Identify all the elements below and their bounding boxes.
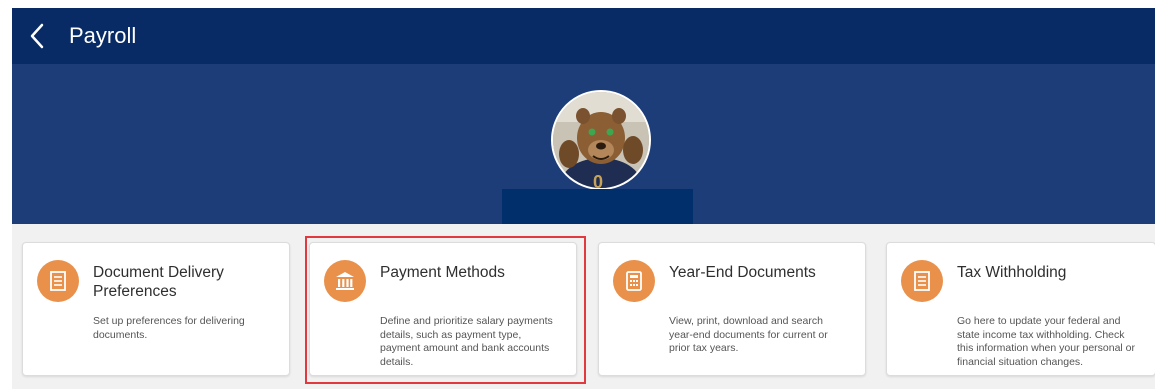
avatar: 0	[551, 90, 651, 190]
page-title: Payroll	[69, 23, 137, 48]
profile-banner: 0	[12, 64, 1155, 224]
card-title: Document Delivery Preferences	[93, 264, 224, 300]
chevron-left-icon	[30, 23, 44, 49]
svg-text:0: 0	[593, 172, 603, 188]
cards-area: Document Delivery Preferences Set up pre…	[12, 224, 1155, 389]
card-title: Tax Withholding	[957, 264, 1067, 281]
card-title: Payment Methods	[380, 264, 505, 281]
back-button[interactable]	[26, 22, 50, 50]
card-tax-withholding[interactable]: Tax Withholding Go here to update your f…	[886, 242, 1155, 376]
top-bar: Payroll	[12, 8, 1155, 64]
calculator-icon	[613, 260, 655, 302]
document-icon	[37, 260, 79, 302]
bank-icon	[324, 260, 366, 302]
name-plate	[502, 189, 693, 224]
document-icon	[901, 260, 943, 302]
card-description: Set up preferences for delivering docume…	[93, 315, 245, 341]
card-document-delivery[interactable]: Document Delivery Preferences Set up pre…	[22, 242, 290, 376]
card-description: Define and prioritize salary payments de…	[380, 315, 553, 368]
card-description: Go here to update your federal and state…	[957, 315, 1136, 368]
mascot-avatar-image: 0	[553, 92, 649, 188]
card-year-end-documents[interactable]: Year-End Documents View, print, download…	[598, 242, 866, 376]
card-title: Year-End Documents	[669, 264, 816, 281]
card-description: View, print, download and search year-en…	[669, 315, 828, 354]
card-payment-methods[interactable]: Payment Methods Define and prioritize sa…	[309, 242, 577, 376]
